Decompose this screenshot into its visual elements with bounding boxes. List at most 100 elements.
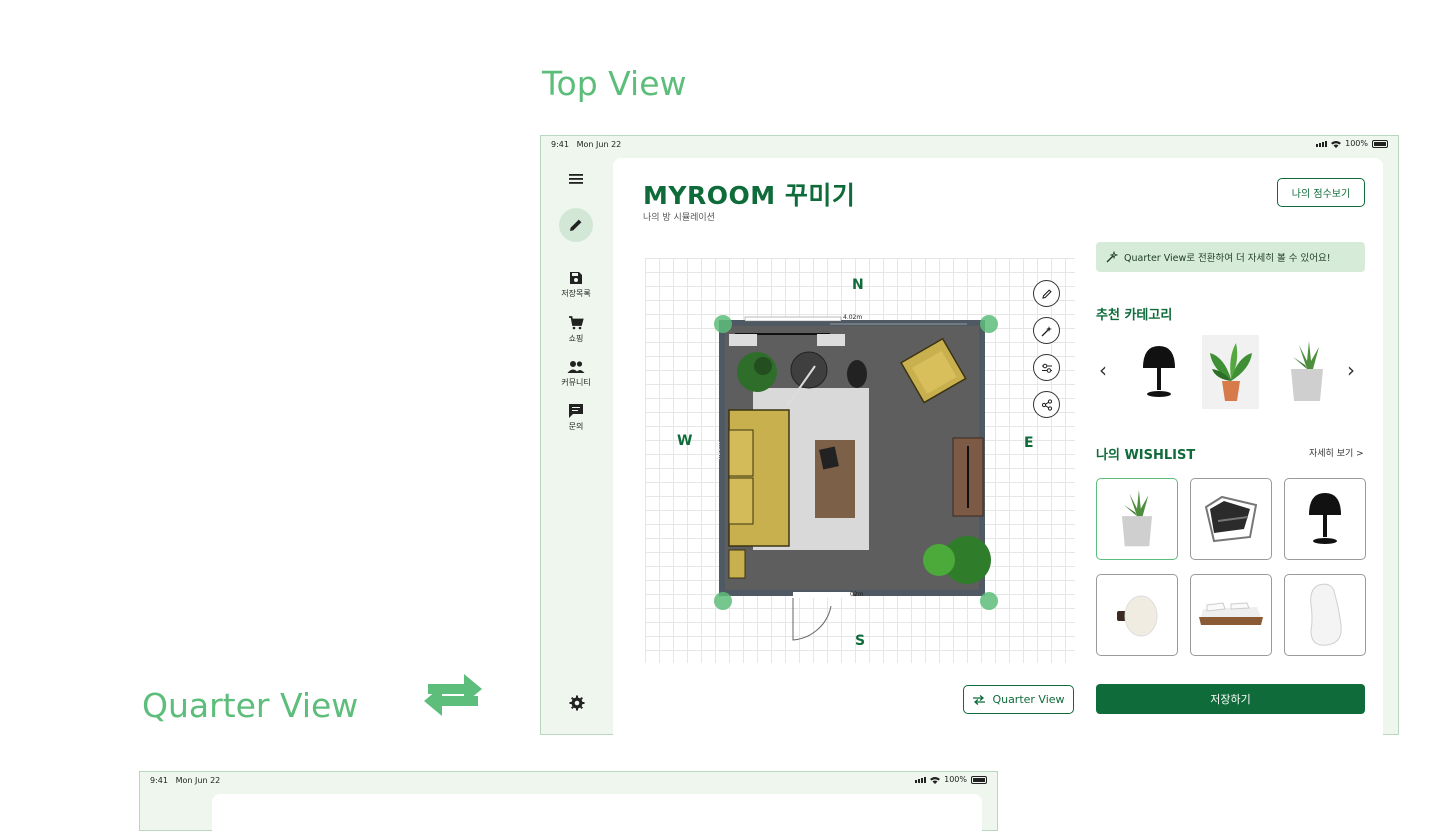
sidebar: 저장목록 쇼핑 커뮤니티 문의 <box>541 154 611 734</box>
wishlist-item-mirror[interactable] <box>1284 574 1366 656</box>
adjust-tool-button[interactable] <box>1033 354 1060 381</box>
wishlist-item-bed[interactable] <box>1190 574 1272 656</box>
magic-tool-button[interactable] <box>1033 317 1060 344</box>
plant-top-left <box>737 352 777 392</box>
bed-image <box>1199 602 1263 625</box>
quarter-view-button[interactable]: Quarter View <box>963 685 1074 714</box>
pot-plant-image <box>1290 341 1323 401</box>
sidebar-item-shopping[interactable]: 쇼핑 <box>541 315 611 344</box>
chair-image <box>1204 495 1258 543</box>
main-card: MYROOM 꾸미기 나의 방 시뮬레이션 나의 점수보기 N S W E 4.… <box>613 158 1383 736</box>
carousel-next-button[interactable]: › <box>1347 358 1355 382</box>
sidebar-item-label: 커뮤니티 <box>561 378 591 387</box>
share-tool-button[interactable] <box>1033 391 1060 418</box>
swap-icon <box>973 694 986 705</box>
page-title: MYROOM 꾸미기 <box>643 181 856 210</box>
recommend-item-lamp[interactable] <box>1130 335 1187 409</box>
carousel-prev-button[interactable]: ‹ <box>1099 358 1107 382</box>
lamp-image <box>1142 346 1175 397</box>
settings-gear-icon[interactable] <box>569 695 585 711</box>
recommend-category-title: 추천 카테고리 <box>1096 308 1173 323</box>
floor-plan-canvas[interactable]: N S W E 4.02m 4.21m 02m <box>645 258 1075 663</box>
status-time: 9:41 Mon Jun 22 <box>150 776 220 785</box>
tool-column <box>1033 280 1061 428</box>
save-button[interactable]: 저장하기 <box>1096 684 1365 714</box>
sidebar-item-label: 문의 <box>568 422 584 431</box>
door <box>792 598 832 641</box>
wishlist-item-wall-lamp[interactable] <box>1096 574 1178 656</box>
tip-banner: Quarter View로 전환하여 더 자세히 볼 수 있어요! <box>1096 242 1365 272</box>
sidebar-item-community[interactable]: 커뮤니티 <box>541 359 611 388</box>
corner-handle[interactable] <box>714 592 732 610</box>
date-text: Mon Jun 22 <box>576 140 622 149</box>
top-view-heading: Top View <box>542 64 687 103</box>
signal-icon <box>915 776 927 783</box>
save-icon <box>570 272 582 284</box>
battery-icon <box>971 775 987 784</box>
time-text: 9:41 <box>551 140 569 149</box>
signal-icon <box>1316 140 1328 147</box>
sliders-icon <box>1041 363 1052 373</box>
time-text: 9:41 <box>150 776 168 785</box>
black-chair <box>847 360 867 388</box>
mirror-image <box>1310 583 1342 646</box>
compass-east: E <box>1024 435 1034 451</box>
compass-west: W <box>677 433 693 449</box>
pot-plant-image <box>1121 489 1153 547</box>
status-bar: 9:41 Mon Jun 22 100% <box>541 136 1398 154</box>
battery-percent: 100% <box>944 775 967 784</box>
recommend-item-pot[interactable] <box>1278 335 1335 409</box>
corner-handle[interactable] <box>980 315 998 333</box>
sparkle-wand-icon <box>1041 325 1052 336</box>
edit-tool-button[interactable] <box>1033 280 1060 307</box>
sparkle-wand-icon <box>1106 251 1118 263</box>
lamp-left <box>729 334 757 346</box>
cart-icon <box>569 316 584 330</box>
share-icon <box>1041 398 1052 411</box>
chat-icon <box>569 404 583 418</box>
battery-icon <box>1372 139 1388 148</box>
side-cabinet <box>728 549 746 579</box>
dimension-side: 4.21m <box>715 441 723 462</box>
wishlist-item-lamp[interactable] <box>1284 478 1366 560</box>
corner-handle[interactable] <box>980 592 998 610</box>
status-time: 9:41 Mon Jun 22 <box>551 140 621 149</box>
window <box>744 316 842 322</box>
people-icon <box>567 361 585 373</box>
sidebar-item-inquiry[interactable]: 문의 <box>541 403 611 432</box>
tablet-frame-quarter-view: 9:41 Mon Jun 22 100% <box>139 771 998 834</box>
tablet-frame-top-view: 9:41 Mon Jun 22 100% 저장목록 쇼핑 커뮤니티 문의 MYR… <box>540 135 1399 736</box>
wishlist-more-link[interactable]: 자세히 보기 > <box>1309 446 1364 459</box>
lamp-image <box>1309 493 1341 544</box>
dimension-top: 4.02m <box>843 314 863 321</box>
page-subtitle: 나의 방 시뮬레이션 <box>643 213 715 223</box>
round-table <box>790 351 828 389</box>
wall-lamp-image <box>1117 595 1158 637</box>
quarter-view-heading: Quarter View <box>142 686 359 725</box>
sidebar-item-label: 저장목록 <box>561 289 591 298</box>
plant-image <box>1209 343 1252 401</box>
wishlist-title: 나의 WISHLIST <box>1096 448 1196 463</box>
menu-icon[interactable] <box>568 172 584 186</box>
wifi-icon <box>930 776 941 784</box>
sidebar-item-label: 쇼핑 <box>568 334 584 343</box>
swap-arrows-icon <box>424 674 482 716</box>
my-score-button[interactable]: 나의 점수보기 <box>1277 178 1365 207</box>
battery-percent: 100% <box>1345 139 1368 148</box>
sidebar-item-saved[interactable]: 저장목록 <box>541 270 611 299</box>
tip-text: Quarter View로 전환하여 더 자세히 볼 수 있어요! <box>1124 253 1331 264</box>
quarter-view-button-label: Quarter View <box>992 693 1065 706</box>
wishlist-item-chair[interactable] <box>1190 478 1272 560</box>
date-text: Mon Jun 22 <box>175 776 221 785</box>
dimension-bottom: 02m <box>850 591 864 598</box>
main-card <box>212 794 982 834</box>
lamp-right <box>817 334 845 346</box>
recommend-item-plant[interactable] <box>1202 335 1259 409</box>
wishlist-item-pot[interactable] <box>1096 478 1178 560</box>
compass-north: N <box>852 277 864 293</box>
pencil-outline-icon <box>1041 288 1052 299</box>
status-bar: 9:41 Mon Jun 22 100% <box>140 772 997 790</box>
edit-mode-button[interactable] <box>559 208 593 242</box>
corner-handle[interactable] <box>714 315 732 333</box>
wifi-icon <box>1331 140 1342 148</box>
